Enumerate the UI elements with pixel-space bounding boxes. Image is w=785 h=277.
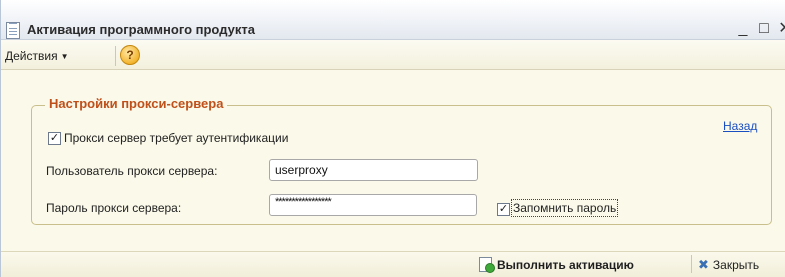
- proxy-auth-checkbox[interactable]: ✓: [48, 132, 61, 145]
- activate-icon: [479, 257, 495, 273]
- minimize-button[interactable]: _: [734, 20, 752, 38]
- toolbar: [1, 40, 785, 70]
- maximize-button[interactable]: □: [755, 20, 773, 38]
- close-window-button[interactable]: ✕: [776, 20, 785, 38]
- proxy-password-input[interactable]: *****************: [269, 194, 477, 216]
- activate-button-label: Выполнить активацию: [497, 258, 634, 272]
- actions-menu-label: Действия: [5, 49, 58, 63]
- remember-password-checkbox[interactable]: ✓: [497, 203, 510, 216]
- activation-window: Активация программного продукта _ □ ✕ Де…: [0, 0, 785, 277]
- help-button[interactable]: ?: [120, 45, 140, 65]
- chevron-down-icon: ▼: [60, 52, 69, 61]
- proxy-user-input[interactable]: userproxy: [269, 159, 478, 181]
- window-title: Активация программного продукта: [27, 22, 255, 37]
- close-button-label: Закрыть: [712, 258, 760, 272]
- close-icon: ✖: [698, 257, 709, 272]
- actions-menu-button[interactable]: Действия ▼: [5, 47, 69, 65]
- proxy-user-label: Пользователь прокси сервера:: [46, 164, 218, 178]
- bottom-bar: [1, 251, 785, 277]
- close-button[interactable]: ✖ Закрыть: [698, 255, 759, 275]
- bottom-bar-separator: [691, 255, 692, 273]
- proxy-settings-title: Настройки прокси-сервера: [45, 96, 228, 111]
- proxy-password-label: Пароль прокси сервера:: [46, 201, 182, 215]
- remember-password-label[interactable]: Запомнить пароль: [510, 199, 619, 217]
- form-icon: [6, 22, 20, 39]
- activate-button[interactable]: Выполнить активацию: [479, 255, 634, 275]
- proxy-auth-checkbox-label[interactable]: Прокси сервер требует аутентификации: [64, 131, 288, 145]
- back-link[interactable]: Назад: [723, 119, 757, 133]
- toolbar-separator: [115, 46, 116, 66]
